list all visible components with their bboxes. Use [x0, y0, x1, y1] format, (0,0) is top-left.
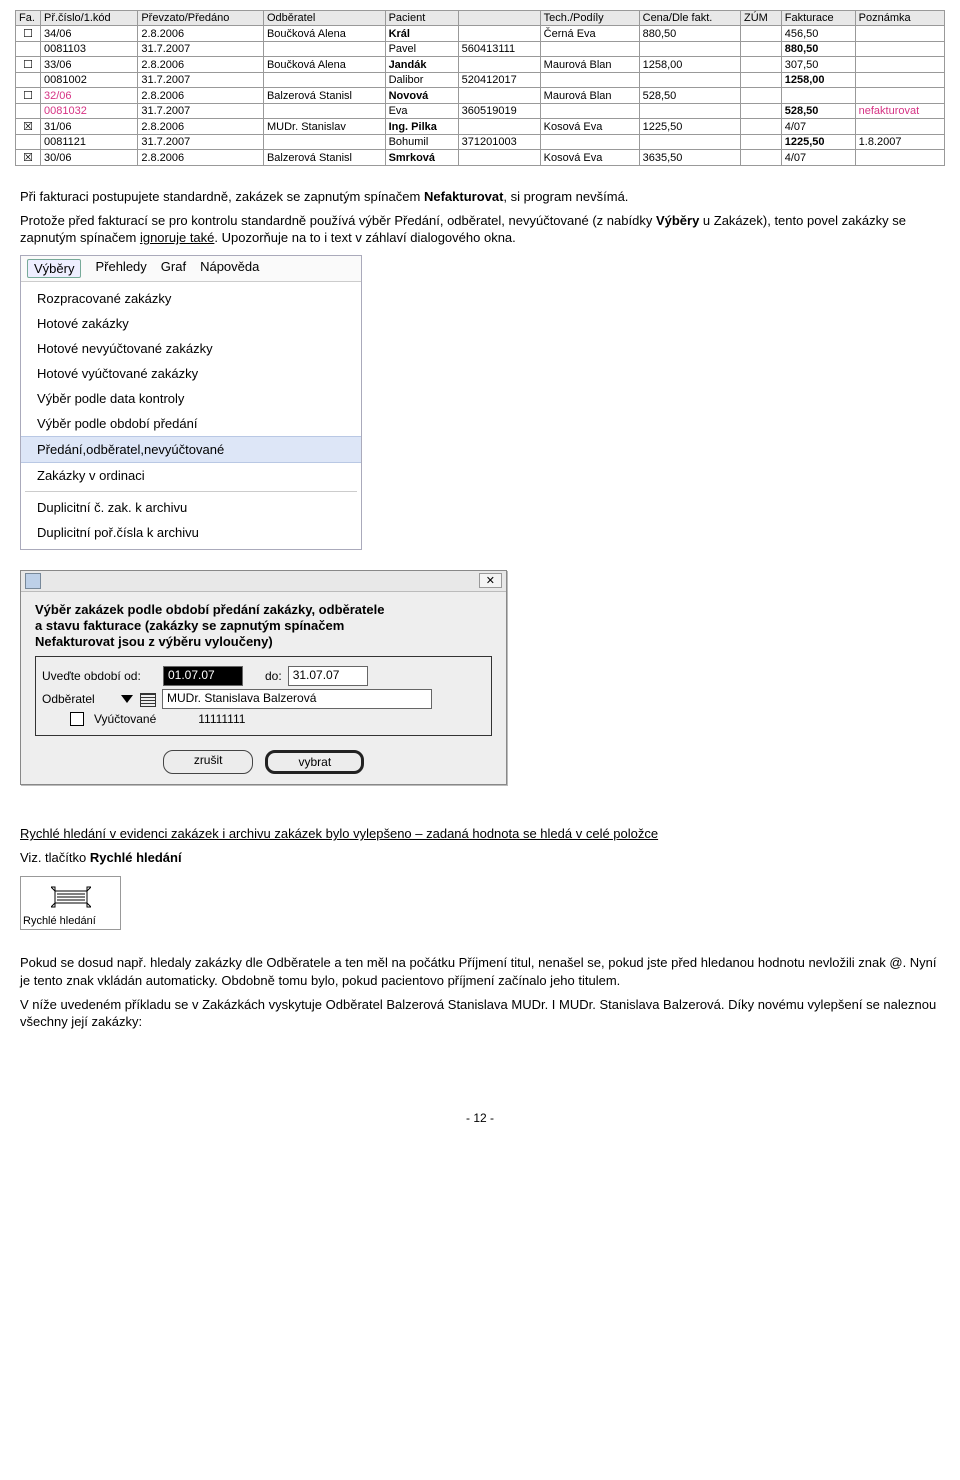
dialog-vyber: ✕ Výběr zakázek podle období předání zak…	[20, 570, 507, 786]
menu-item[interactable]: Zakázky v ordinaci	[21, 463, 361, 488]
table-row[interactable]: 008112131.7.2007Bohumil3712010031225,501…	[16, 135, 945, 150]
col-header: Poznámka	[855, 11, 944, 26]
table-row[interactable]: 008100231.7.2007Dalibor5204120171258,00	[16, 73, 945, 88]
menu-bar-prehledy[interactable]: Přehledy	[95, 259, 146, 278]
col-header: Pacient	[385, 11, 458, 26]
menu-bar-graf[interactable]: Graf	[161, 259, 186, 278]
table-row[interactable]: 008103231.7.2007Eva360519019528,50nefakt…	[16, 104, 945, 119]
table-row[interactable]: ☐32/062.8.2006Balzerová StanislNovováMau…	[16, 88, 945, 104]
table-row[interactable]: ☒31/062.8.2006MUDr. StanislavIng. PilkaK…	[16, 119, 945, 135]
menu-bar: Výběry Přehledy Graf Nápověda	[21, 256, 361, 282]
menu-bar-vybery[interactable]: Výběry	[27, 259, 81, 278]
paragraph-2: Protože před fakturací se pro kontrolu s…	[20, 212, 940, 247]
label-vyuctovane: Vyúčtované	[94, 712, 156, 726]
heading-rychle-hledani: Rychlé hledání v evidenci zakázek i arch…	[20, 825, 940, 843]
paragraph-4: Pokud se dosud např. hledaly zakázky dle…	[20, 954, 940, 989]
menu-item[interactable]: Hotové nevyúčtované zakázky	[21, 336, 361, 361]
col-header: Fakturace	[781, 11, 855, 26]
menu-separator	[25, 491, 357, 492]
table-row[interactable]: ☐33/062.8.2006Boučková AlenaJandákMaurov…	[16, 57, 945, 73]
dialog-form: Uveďte období od: 01.07.07 do: 31.07.07 …	[35, 656, 492, 736]
date-from-input[interactable]: 01.07.07	[163, 666, 243, 686]
label-odberatel: Odběratel	[42, 692, 114, 706]
menu-item[interactable]: Hotové vyúčtované zakázky	[21, 361, 361, 386]
col-header	[458, 11, 540, 26]
dialog-app-icon	[25, 573, 41, 589]
menu-item[interactable]: Hotové zakázky	[21, 311, 361, 336]
menu-vybery: Výběry Přehledy Graf Nápověda Rozpracova…	[20, 255, 362, 550]
menu-item[interactable]: Výběr podle data kontroly	[21, 386, 361, 411]
quick-search-icon	[51, 883, 91, 911]
list-icon[interactable]	[140, 693, 156, 707]
table-row[interactable]: ☐34/062.8.2006Boučková AlenaKrálČerná Ev…	[16, 26, 945, 42]
paragraph-5: V níže uvedeném příkladu se v Zakázkách …	[20, 996, 940, 1031]
col-header: Převzato/Předáno	[138, 11, 264, 26]
cancel-button[interactable]: zrušit	[163, 750, 254, 774]
odberatel-input[interactable]: MUDr. Stanislava Balzerová	[162, 689, 432, 709]
date-to-input[interactable]: 31.07.07	[288, 666, 368, 686]
paragraph-1: Při fakturaci postupujete standardně, za…	[20, 188, 940, 206]
col-header: Odběratel	[263, 11, 385, 26]
col-header: Př.číslo/1.kód	[41, 11, 138, 26]
odberatel-num: 11111111	[198, 712, 245, 726]
label-obdobi-od: Uveďte období od:	[42, 669, 157, 683]
col-header: Cena/Dle fakt.	[639, 11, 740, 26]
vybrat-button[interactable]: vybrat	[265, 750, 364, 774]
menu-item[interactable]: Výběr podle období předání	[21, 411, 361, 436]
col-header: ZÚM	[741, 11, 782, 26]
col-header: Tech./Podíly	[540, 11, 639, 26]
vyuctovane-checkbox[interactable]	[70, 712, 84, 726]
quick-search-button[interactable]: Rychlé hledání	[20, 876, 121, 930]
table-row[interactable]: ☒30/062.8.2006Balzerová StanislSmrkováKo…	[16, 150, 945, 166]
dropdown-icon[interactable]	[121, 695, 133, 703]
dialog-heading: Výběr zakázek podle období předání zakáz…	[35, 602, 492, 651]
col-header: Fa.	[16, 11, 41, 26]
menu-item[interactable]: Předání,odběratel,nevyúčtované	[21, 436, 361, 463]
quick-search-label: Rychlé hledání	[23, 915, 118, 927]
label-do: do:	[265, 669, 282, 683]
menu-bar-napoveda[interactable]: Nápověda	[200, 259, 259, 278]
menu-item[interactable]: Rozpracované zakázky	[21, 286, 361, 311]
paragraph-3: Viz. tlačítko Rychlé hledání	[20, 849, 940, 867]
table-row[interactable]: 008110331.7.2007Pavel560413111880,50	[16, 42, 945, 57]
page-number: - 12 -	[20, 1111, 940, 1125]
orders-table: Fa.Př.číslo/1.kódPřevzato/PředánoOdběrat…	[15, 10, 945, 166]
menu-item[interactable]: Duplicitní poř.čísla k archivu	[21, 520, 361, 545]
dialog-close-button[interactable]: ✕	[479, 573, 502, 588]
menu-item[interactable]: Duplicitní č. zak. k archivu	[21, 495, 361, 520]
